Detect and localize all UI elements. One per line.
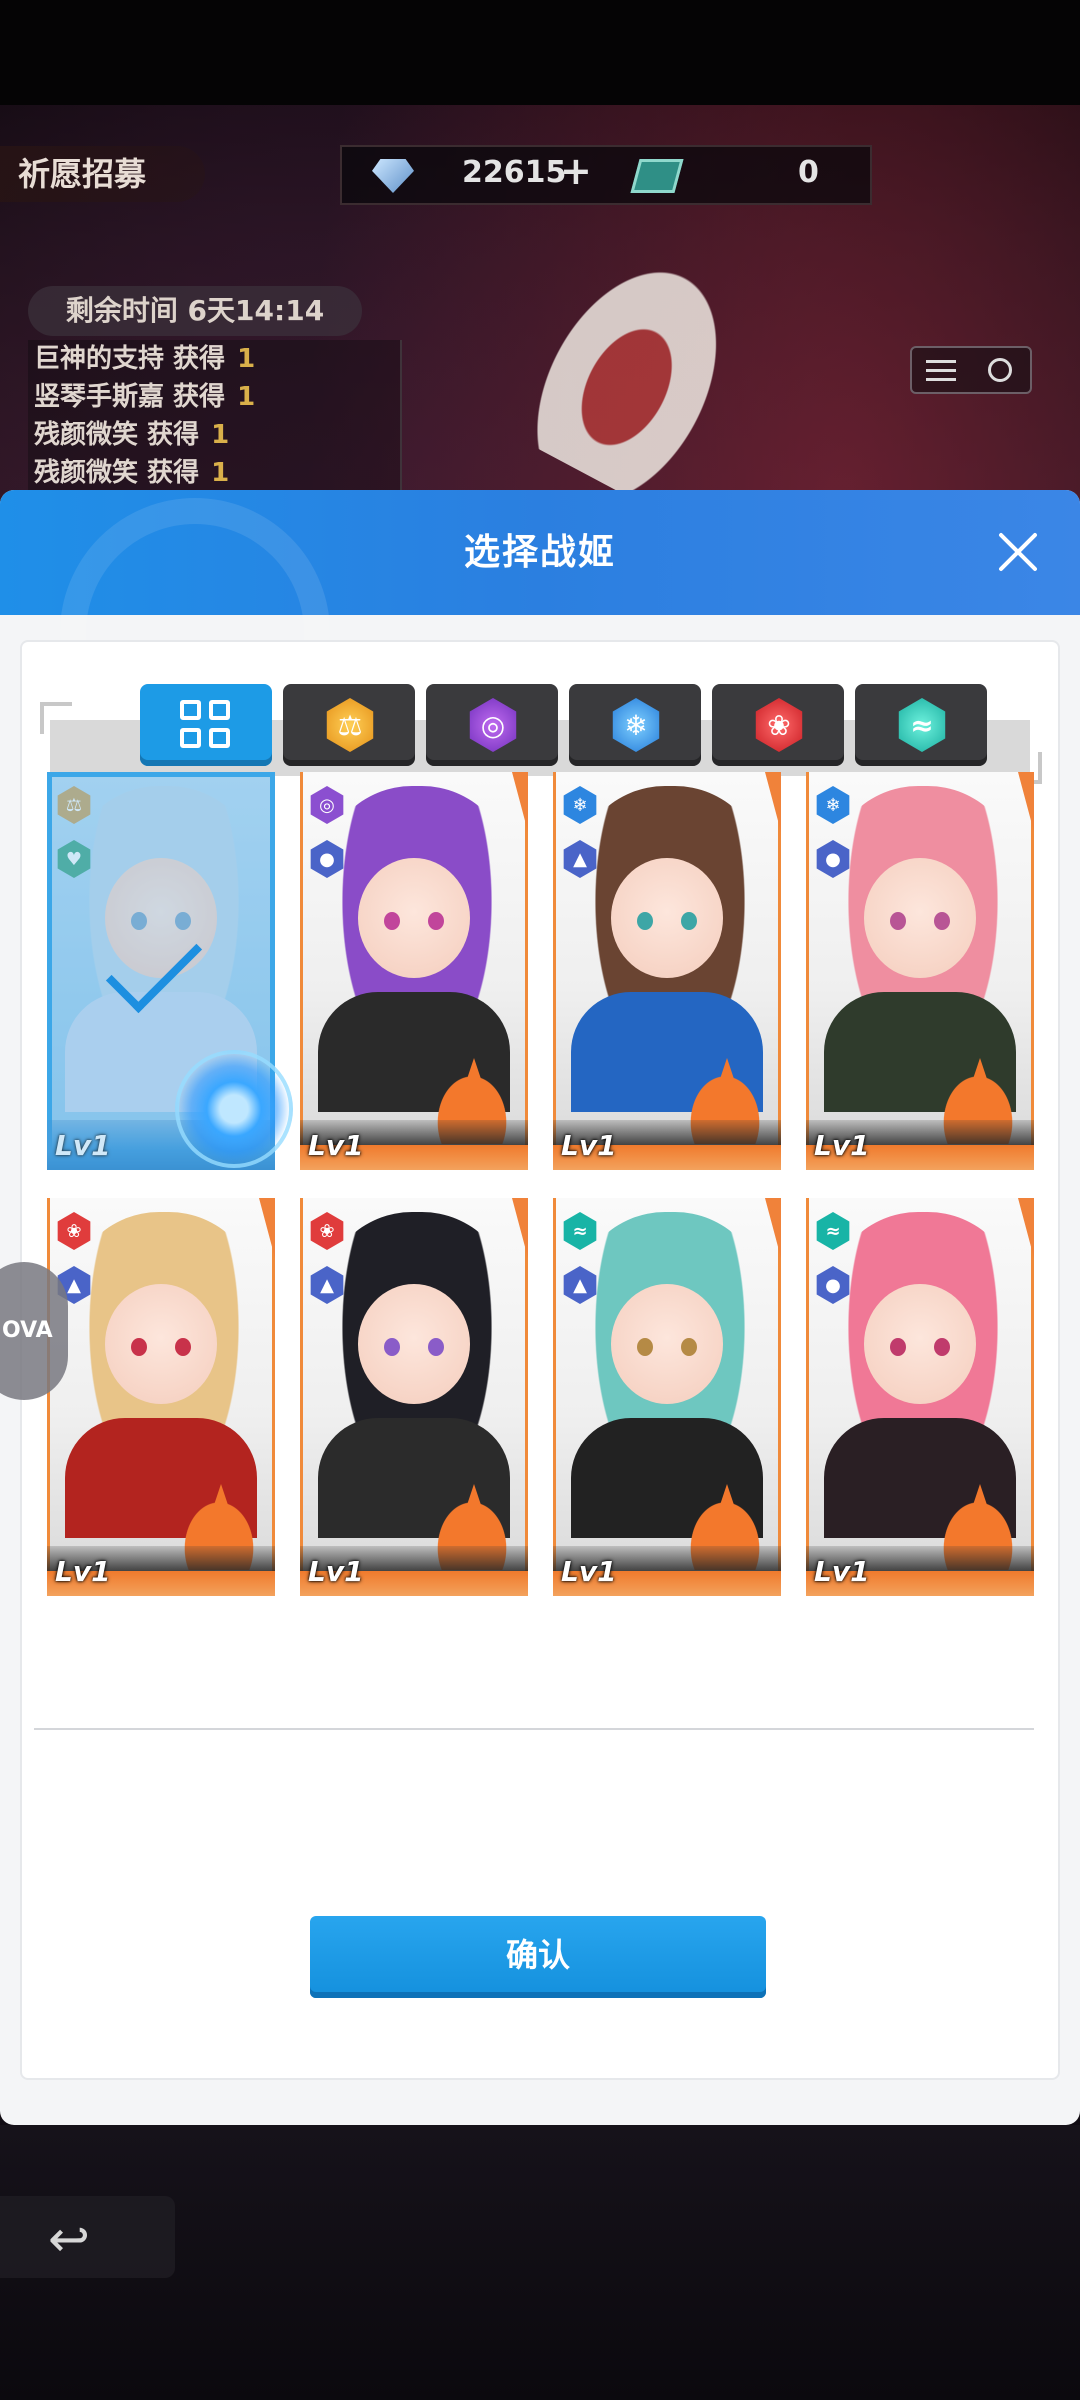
- top-strip: [0, 0, 1080, 105]
- character-card[interactable]: Lv1 ≈ ●: [806, 1198, 1034, 1596]
- card-level: Lv1: [55, 1555, 111, 1588]
- character-card[interactable]: Lv1 ≈ ▲: [553, 1198, 781, 1596]
- grid-icon: [180, 700, 232, 750]
- ticker-line: 残颜微笑 获得 1: [34, 458, 230, 488]
- character-card[interactable]: Lv1 ⚖ ♥: [47, 772, 293, 1170]
- modal-title: 选择战姬: [463, 532, 616, 573]
- gem-count: 22615: [462, 155, 567, 190]
- currency-bar: 22615 + 0: [340, 145, 872, 205]
- character-eye: [384, 1338, 400, 1356]
- flame-icon: ❀: [755, 698, 803, 752]
- card-level: Lv1: [561, 1555, 617, 1588]
- character-eye: [637, 912, 653, 930]
- floating-assistant-button[interactable]: OVA: [0, 1262, 68, 1400]
- add-gems-button[interactable]: +: [560, 149, 592, 193]
- confirm-button[interactable]: 确认: [310, 1916, 766, 1998]
- filter-tab-all[interactable]: [140, 684, 272, 766]
- card-level: Lv1: [814, 1129, 870, 1162]
- character-eye: [934, 912, 950, 930]
- character-eye: [175, 1338, 191, 1356]
- ticket-count: 0: [798, 155, 819, 190]
- card-level: Lv1: [308, 1555, 364, 1588]
- character-face: [864, 858, 976, 978]
- filter-tab-ice[interactable]: ❄: [569, 684, 701, 766]
- touch-indicator-icon: [175, 1050, 293, 1168]
- filter-tab-gold[interactable]: ⚖: [283, 684, 415, 766]
- character-face: [611, 858, 723, 978]
- filter-tab-fire[interactable]: ❀: [712, 684, 844, 766]
- character-face: [358, 858, 470, 978]
- card-level: Lv1: [308, 1129, 364, 1162]
- ticket-icon: [630, 159, 684, 193]
- character-eye: [681, 912, 697, 930]
- modal-header: 选择战姬: [0, 490, 1080, 768]
- select-character-modal: 选择战姬 ⚖ ◎ ❄ ❀ ≈ Lv1 ⚖ ♥ Lv1 ◎ ● Lv1 ❄ ▲ Lv1 ❄ ● Lv1 ❀ ▲…: [0, 490, 1080, 2125]
- wave-icon: ≈: [898, 698, 946, 752]
- modal-body: ⚖ ◎ ❄ ❀ ≈ Lv1 ⚖ ♥ Lv1 ◎ ● Lv1 ❄ ▲ Lv1 ❄ ● Lv1 ❀ ▲ Lv1 ❀ ▲…: [20, 640, 1060, 2080]
- filter-tab-water[interactable]: ≈: [855, 684, 987, 766]
- character-eye: [428, 1338, 444, 1356]
- gem-icon: [372, 159, 414, 193]
- snowflake-icon: ❄: [612, 698, 660, 752]
- character-card[interactable]: Lv1 ◎ ●: [300, 772, 528, 1170]
- character-card[interactable]: Lv1 ❀ ▲: [47, 1198, 275, 1596]
- character-eye: [637, 1338, 653, 1356]
- character-eye: [890, 912, 906, 930]
- menu-icon: [926, 360, 956, 382]
- close-button[interactable]: [986, 520, 1050, 584]
- character-eye: [934, 1338, 950, 1356]
- bracket-decoration: [40, 702, 72, 734]
- reward-ticker: 巨神的支持 获得 1 竖琴手斯嘉 获得 1 残颜微笑 获得 1 残颜微笑 获得 1: [28, 340, 402, 490]
- character-eye: [428, 912, 444, 930]
- ticker-line: 残颜微笑 获得 1: [34, 420, 230, 450]
- character-eye: [131, 1338, 147, 1356]
- character-face: [105, 1284, 217, 1404]
- screen-title: 祈愿招募: [0, 146, 205, 202]
- character-card[interactable]: Lv1 ❀ ▲: [300, 1198, 528, 1596]
- character-eye: [681, 1338, 697, 1356]
- filter-tab-purple[interactable]: ◎: [426, 684, 558, 766]
- character-eye: [384, 912, 400, 930]
- character-face: [611, 1284, 723, 1404]
- menu-search-button[interactable]: [910, 346, 1032, 394]
- character-face: [358, 1284, 470, 1404]
- scales-icon: ⚖: [326, 698, 374, 752]
- back-button[interactable]: ↩: [0, 2196, 175, 2278]
- divider: [34, 1728, 1034, 1730]
- card-level: Lv1: [814, 1555, 870, 1588]
- character-card[interactable]: Lv1 ❄ ▲: [553, 772, 781, 1170]
- vortex-icon: ◎: [469, 698, 517, 752]
- back-arrow-icon: ↩: [48, 2210, 90, 2268]
- character-eye: [890, 1338, 906, 1356]
- ticker-line: 竖琴手斯嘉 获得 1: [34, 382, 256, 412]
- character-card[interactable]: Lv1 ❄ ●: [806, 772, 1034, 1170]
- ticker-line: 巨神的支持 获得 1: [34, 344, 256, 374]
- search-icon: [988, 358, 1012, 382]
- character-face: [864, 1284, 976, 1404]
- card-level: Lv1: [561, 1129, 617, 1162]
- time-remaining: 剩余时间 6天14:14: [28, 286, 362, 336]
